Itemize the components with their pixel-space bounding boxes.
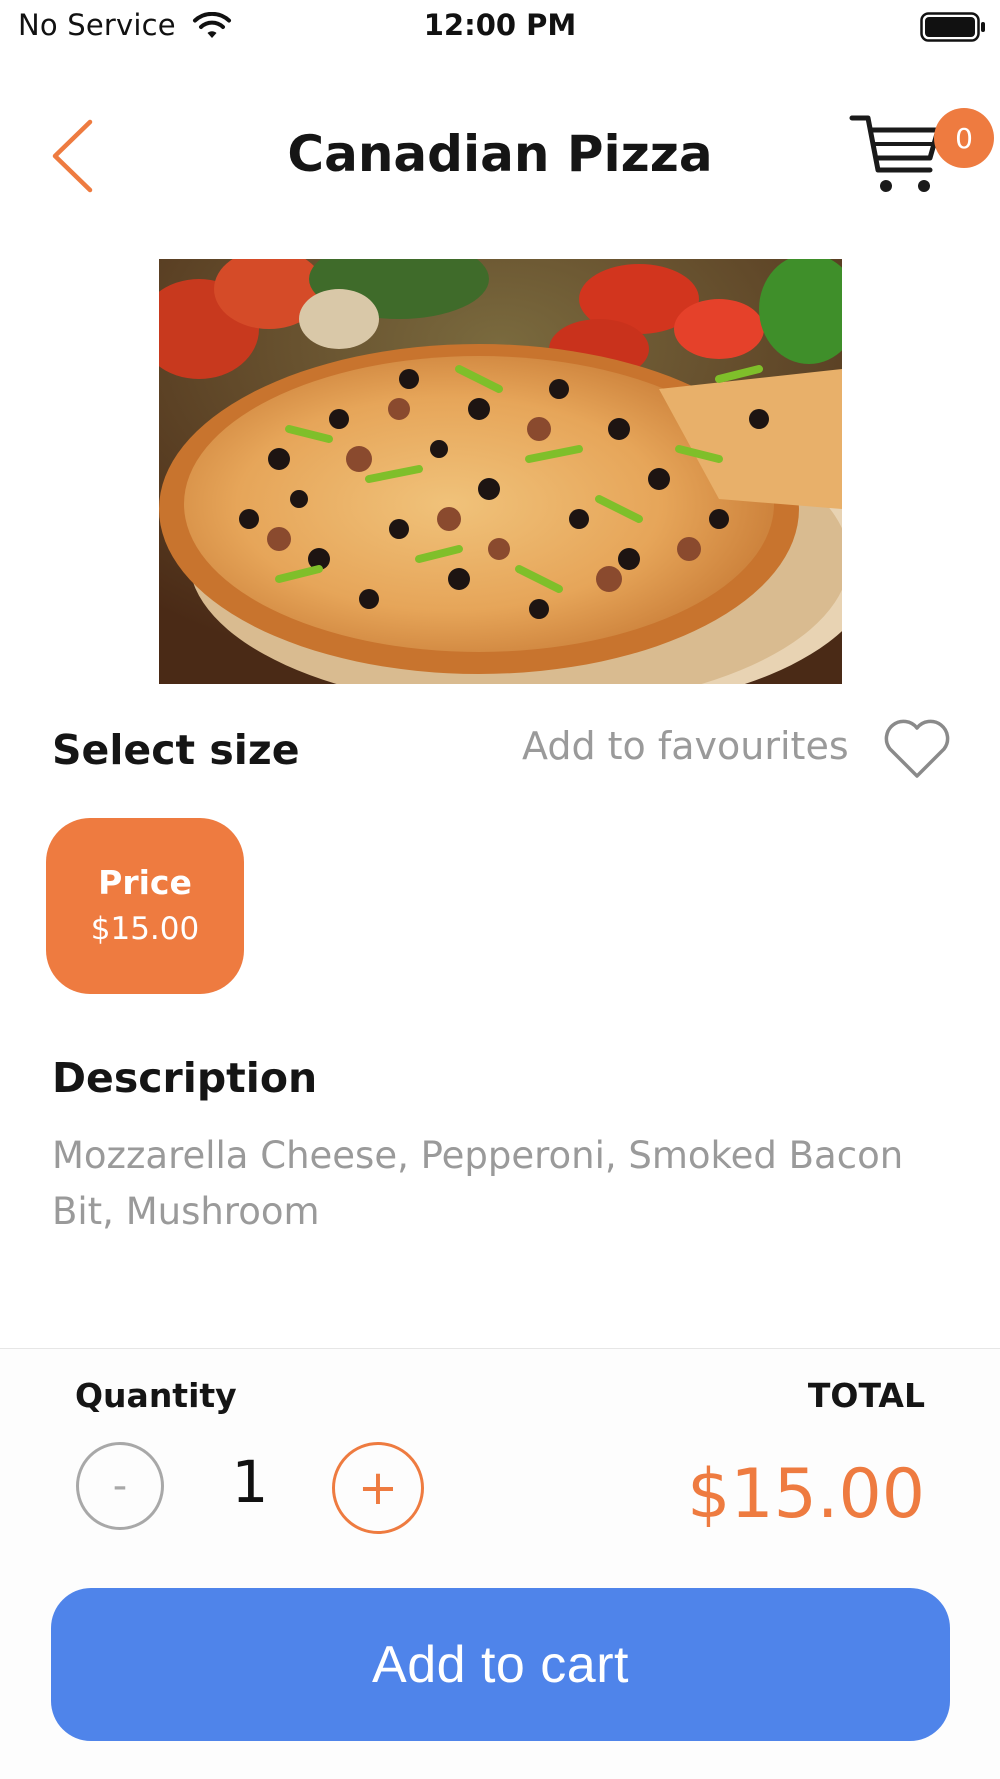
cart-count-badge: 0 (934, 108, 994, 168)
description-text: Mozzarella Cheese, Pepperoni, Smoked Bac… (52, 1134, 904, 1233)
total-value: $15.00 (687, 1455, 925, 1534)
size-option-label: Price (98, 863, 192, 902)
minus-glyph: - (112, 1463, 128, 1509)
status-time: 12:00 PM (423, 8, 577, 42)
favourite-button[interactable] (882, 718, 952, 786)
pizza-photo (159, 259, 842, 684)
plus-glyph: + (357, 1460, 399, 1516)
select-size-label: Select size (52, 726, 300, 774)
cart-button[interactable] (848, 108, 944, 208)
heart-icon (884, 719, 950, 778)
add-to-favourites-label[interactable]: Add to favourites (522, 724, 849, 768)
increase-quantity-button[interactable]: + (332, 1442, 424, 1534)
description-title: Description (52, 1054, 318, 1102)
total-label: TOTAL (807, 1376, 925, 1415)
size-option-chip[interactable]: Price $15.00 (46, 818, 244, 994)
decrease-quantity-button[interactable]: - (76, 1442, 164, 1530)
add-to-cart-button[interactable]: Add to cart (51, 1588, 950, 1741)
cart-icon (849, 115, 941, 192)
quantity-label: Quantity (75, 1376, 237, 1415)
quantity-value: 1 (231, 1448, 269, 1516)
battery-icon (920, 12, 986, 46)
size-option-price: $15.00 (90, 911, 200, 947)
product-image (159, 259, 842, 684)
